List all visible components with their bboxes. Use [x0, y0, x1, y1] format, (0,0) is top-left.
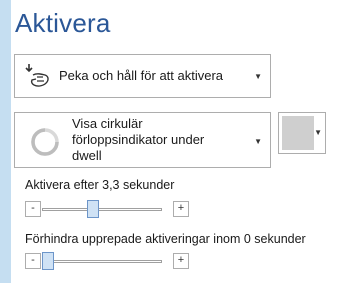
- activate-after-label: Aktivera efter 3,3 sekunder: [25, 178, 175, 192]
- prevent-repeat-slider-thumb[interactable]: [42, 252, 54, 270]
- chevron-down-icon: ▼: [254, 137, 262, 146]
- activation-mode-label: Peka och håll för att aktivera: [59, 68, 224, 83]
- circular-progress-icon: [31, 128, 59, 156]
- activate-after-slider-track[interactable]: [42, 208, 162, 211]
- activate-after-slider-thumb[interactable]: [87, 200, 100, 218]
- chevron-down-icon: ▼: [314, 128, 322, 137]
- panel-title: Aktivera: [15, 8, 111, 38]
- prevent-repeat-plus-button[interactable]: +: [173, 253, 189, 269]
- progress-mode-dropdown[interactable]: Visa cirkulär förloppsindikator under dw…: [14, 112, 271, 168]
- color-picker-dropdown[interactable]: ▼: [278, 112, 326, 154]
- progress-mode-label: Visa cirkulär förloppsindikator under dw…: [72, 116, 205, 163]
- activation-mode-dropdown[interactable]: Peka och håll för att aktivera ▼: [14, 54, 271, 98]
- chevron-down-icon: ▼: [254, 72, 262, 81]
- color-swatch: [282, 116, 314, 150]
- activate-after-plus-button[interactable]: +: [173, 201, 189, 217]
- prevent-repeat-slider-track[interactable]: [42, 260, 162, 263]
- activate-after-minus-button[interactable]: -: [25, 201, 41, 217]
- touch-hold-icon: [25, 64, 49, 87]
- prevent-repeat-label: Förhindra upprepade aktiveringar inom 0 …: [25, 232, 306, 246]
- prevent-repeat-minus-button[interactable]: -: [25, 253, 41, 269]
